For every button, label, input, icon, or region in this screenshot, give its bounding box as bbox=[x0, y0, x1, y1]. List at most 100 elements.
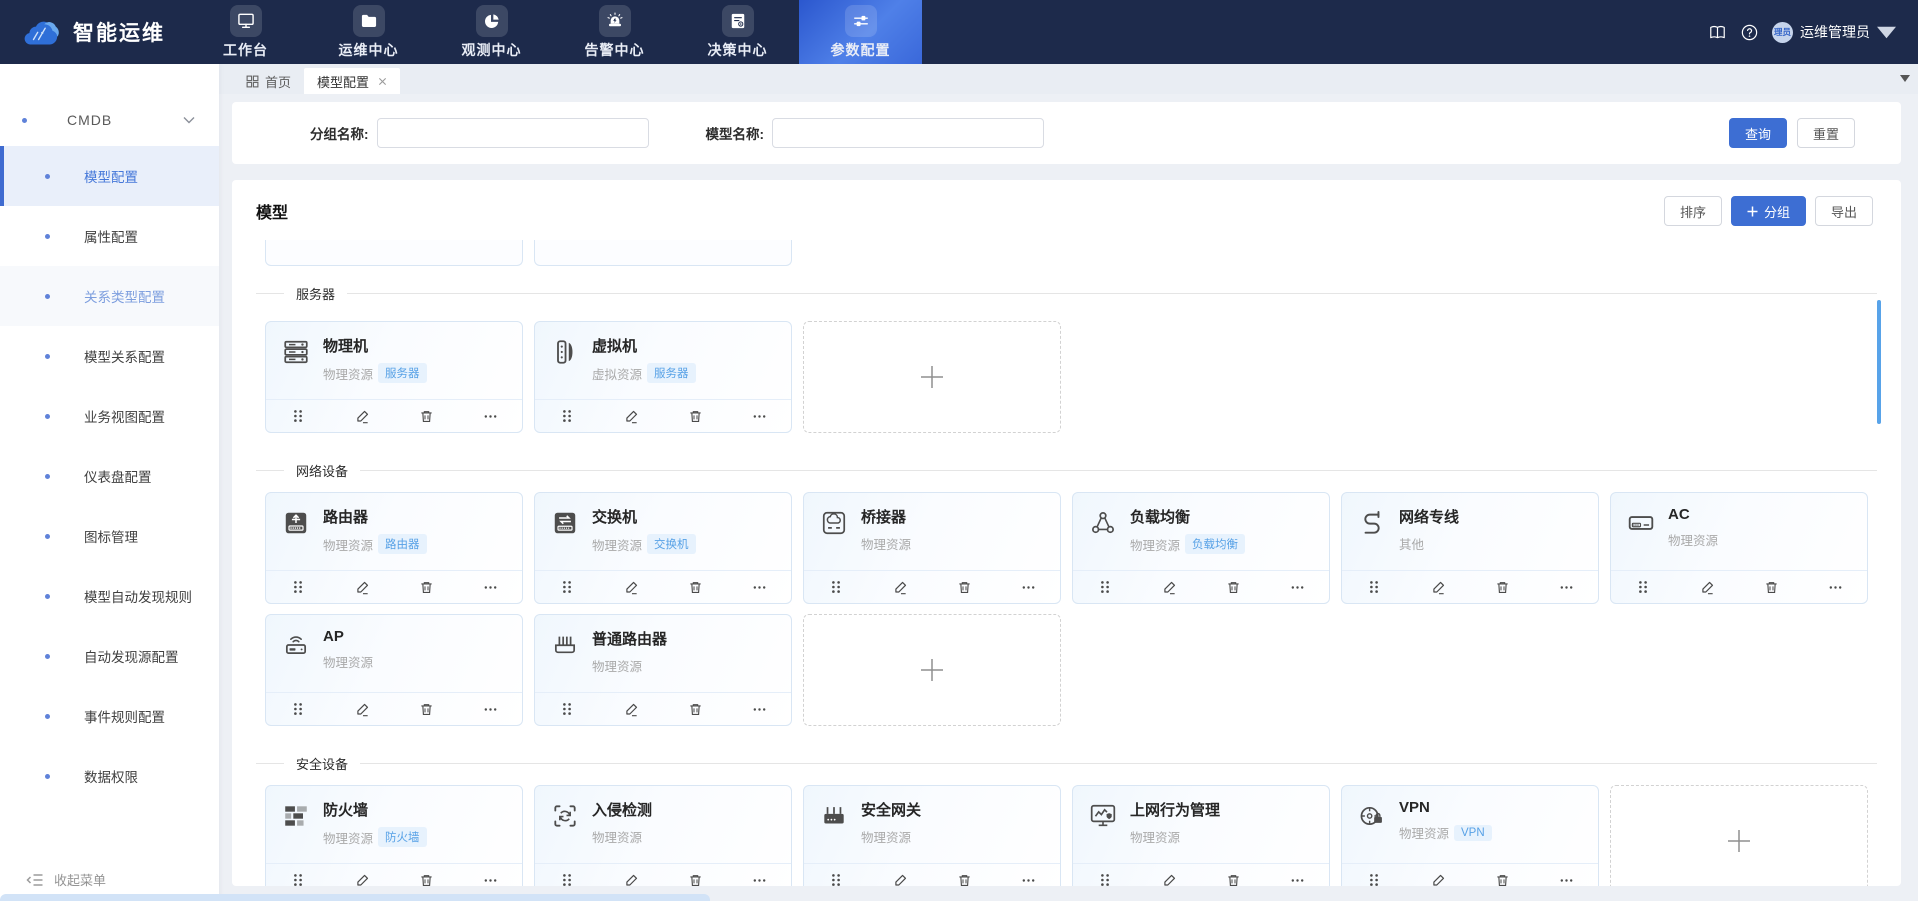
model-subtitle-row: 物理资源 bbox=[861, 827, 921, 846]
drag-handle-icon[interactable] bbox=[535, 864, 599, 886]
sidebar-item-关系类型配置[interactable]: 关系类型配置 bbox=[0, 266, 219, 326]
sidebar-item-业务视图配置[interactable]: 业务视图配置 bbox=[0, 386, 219, 446]
sidebar-group-cmdb[interactable]: CMDB bbox=[0, 94, 219, 146]
drag-handle-icon[interactable] bbox=[266, 864, 330, 886]
sidebar-item-事件规则配置[interactable]: 事件规则配置 bbox=[0, 686, 219, 746]
nav-item-告警中心[interactable]: 告警中心 bbox=[553, 0, 676, 64]
edit-icon[interactable] bbox=[1406, 571, 1470, 603]
more-icon[interactable] bbox=[1265, 864, 1329, 886]
delete-icon[interactable] bbox=[1470, 571, 1534, 603]
collapse-menu-button[interactable]: 收起菜单 bbox=[26, 870, 106, 889]
more-icon[interactable] bbox=[996, 864, 1060, 886]
more-icon[interactable] bbox=[996, 571, 1060, 603]
drag-handle-icon[interactable] bbox=[804, 571, 868, 603]
delete-icon[interactable] bbox=[932, 864, 996, 886]
edit-icon[interactable] bbox=[1406, 864, 1470, 886]
delete-icon[interactable] bbox=[932, 571, 996, 603]
tab-overflow-caret-icon[interactable] bbox=[1900, 75, 1910, 82]
help-icon[interactable] bbox=[1740, 23, 1759, 42]
edit-icon[interactable] bbox=[1137, 571, 1201, 603]
edit-icon[interactable] bbox=[599, 571, 663, 603]
edit-icon[interactable] bbox=[1137, 864, 1201, 886]
add-model-card[interactable] bbox=[1610, 785, 1868, 886]
drag-handle-icon[interactable] bbox=[535, 693, 599, 725]
edit-icon[interactable] bbox=[1675, 571, 1739, 603]
sidebar-item-图标管理[interactable]: 图标管理 bbox=[0, 506, 219, 566]
delete-icon[interactable] bbox=[394, 571, 458, 603]
drag-handle-icon[interactable] bbox=[266, 400, 330, 432]
edit-icon[interactable] bbox=[868, 864, 932, 886]
drag-handle-icon[interactable] bbox=[1073, 571, 1137, 603]
tab-首页[interactable]: 首页 bbox=[233, 68, 304, 94]
sidebar-item-数据权限[interactable]: 数据权限 bbox=[0, 746, 219, 806]
edit-icon[interactable] bbox=[330, 864, 394, 886]
drag-handle-icon[interactable] bbox=[535, 571, 599, 603]
more-icon[interactable] bbox=[1803, 571, 1867, 603]
drag-handle-icon[interactable] bbox=[535, 400, 599, 432]
edit-icon[interactable] bbox=[330, 693, 394, 725]
sidebar-item-属性配置[interactable]: 属性配置 bbox=[0, 206, 219, 266]
group-name-input[interactable] bbox=[377, 118, 649, 148]
add-model-card[interactable] bbox=[803, 614, 1061, 726]
nav-item-参数配置[interactable]: 参数配置 bbox=[799, 0, 922, 64]
reset-button[interactable]: 重置 bbox=[1797, 118, 1855, 148]
delete-icon[interactable] bbox=[663, 400, 727, 432]
edit-icon[interactable] bbox=[599, 400, 663, 432]
sidebar-item-模型关系配置[interactable]: 模型关系配置 bbox=[0, 326, 219, 386]
delete-icon[interactable] bbox=[394, 693, 458, 725]
delete-icon[interactable] bbox=[394, 864, 458, 886]
drag-handle-icon[interactable] bbox=[1073, 864, 1137, 886]
model-card-info: 网络专线其他 bbox=[1399, 506, 1459, 570]
tab-模型配置[interactable]: 模型配置 bbox=[304, 68, 400, 94]
edit-icon[interactable] bbox=[599, 693, 663, 725]
nav-item-决策中心[interactable]: 决策中心 bbox=[676, 0, 799, 64]
delete-icon[interactable] bbox=[1201, 864, 1265, 886]
more-icon[interactable] bbox=[458, 693, 522, 725]
book-icon[interactable] bbox=[1708, 23, 1727, 42]
more-icon[interactable] bbox=[1534, 864, 1598, 886]
drag-handle-icon[interactable] bbox=[1342, 864, 1406, 886]
edit-icon[interactable] bbox=[599, 864, 663, 886]
delete-icon[interactable] bbox=[1201, 571, 1265, 603]
add-model-card[interactable] bbox=[803, 321, 1061, 433]
more-icon[interactable] bbox=[727, 693, 791, 725]
delete-icon[interactable] bbox=[1470, 864, 1534, 886]
edit-icon[interactable] bbox=[330, 571, 394, 603]
sidebar-item-模型自动发现规则[interactable]: 模型自动发现规则 bbox=[0, 566, 219, 626]
drag-handle-icon[interactable] bbox=[1611, 571, 1675, 603]
close-icon[interactable] bbox=[375, 77, 387, 86]
delete-icon[interactable] bbox=[663, 864, 727, 886]
drag-handle-icon[interactable] bbox=[266, 693, 330, 725]
more-icon[interactable] bbox=[727, 400, 791, 432]
more-icon[interactable] bbox=[1265, 571, 1329, 603]
query-button[interactable]: 查询 bbox=[1729, 118, 1787, 148]
bullet-dot-icon bbox=[45, 294, 50, 299]
more-icon[interactable] bbox=[727, 864, 791, 886]
sidebar-item-自动发现源配置[interactable]: 自动发现源配置 bbox=[0, 626, 219, 686]
more-icon[interactable] bbox=[727, 571, 791, 603]
more-icon[interactable] bbox=[458, 571, 522, 603]
drag-handle-icon[interactable] bbox=[266, 571, 330, 603]
more-icon[interactable] bbox=[1534, 571, 1598, 603]
drag-handle-icon[interactable] bbox=[804, 864, 868, 886]
delete-icon[interactable] bbox=[1739, 571, 1803, 603]
more-icon[interactable] bbox=[458, 864, 522, 886]
add-group-button[interactable]: 分组 bbox=[1731, 196, 1806, 226]
sidebar-item-模型配置[interactable]: 模型配置 bbox=[0, 146, 219, 206]
drag-handle-icon[interactable] bbox=[1342, 571, 1406, 603]
model-name-input[interactable] bbox=[772, 118, 1044, 148]
edit-icon[interactable] bbox=[868, 571, 932, 603]
delete-icon[interactable] bbox=[663, 571, 727, 603]
more-icon[interactable] bbox=[458, 400, 522, 432]
nav-item-观测中心[interactable]: 观测中心 bbox=[430, 0, 553, 64]
sidebar-item-仪表盘配置[interactable]: 仪表盘配置 bbox=[0, 446, 219, 506]
sort-button[interactable]: 排序 bbox=[1664, 196, 1722, 226]
vertical-scrollbar-thumb[interactable] bbox=[1877, 300, 1881, 424]
nav-item-运维中心[interactable]: 运维中心 bbox=[307, 0, 430, 64]
nav-item-工作台[interactable]: 工作台 bbox=[184, 0, 307, 64]
delete-icon[interactable] bbox=[663, 693, 727, 725]
user-menu[interactable]: 理员 运维管理员 bbox=[1772, 22, 1896, 43]
edit-icon[interactable] bbox=[330, 400, 394, 432]
delete-icon[interactable] bbox=[394, 400, 458, 432]
export-button[interactable]: 导出 bbox=[1815, 196, 1873, 226]
